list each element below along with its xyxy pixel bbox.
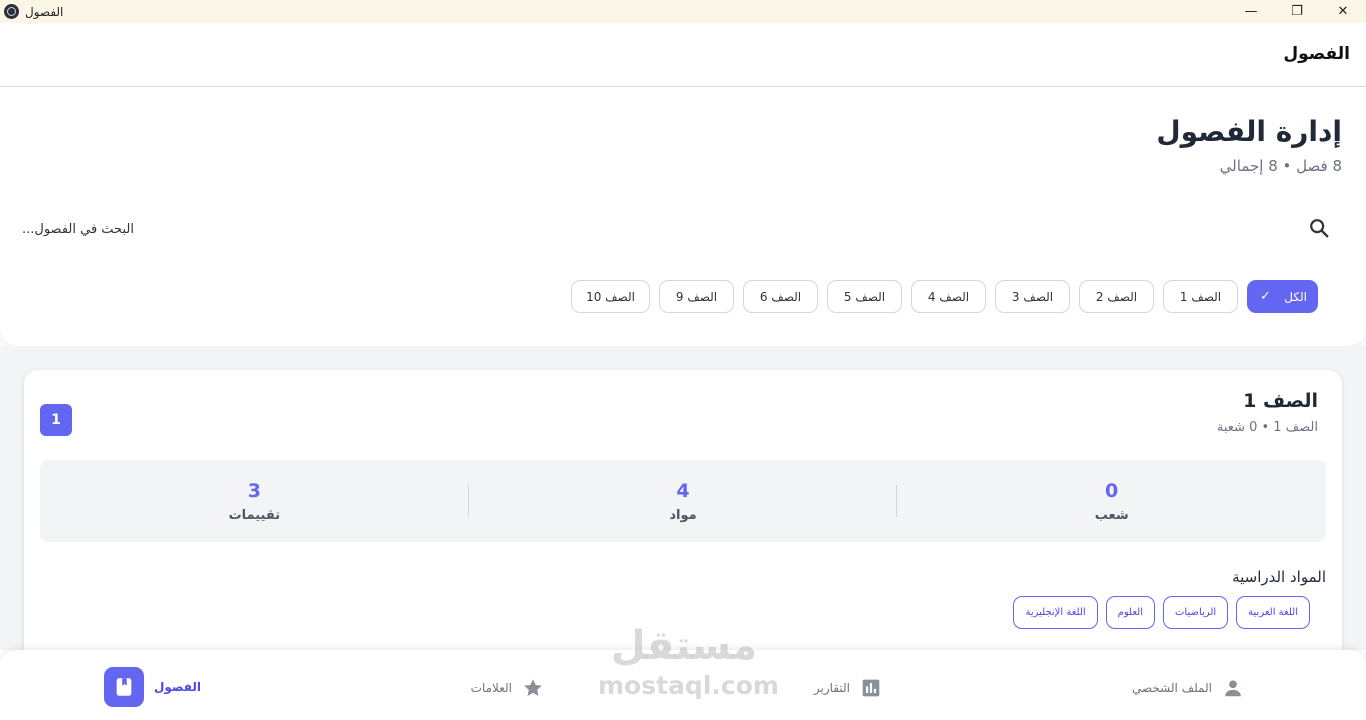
minimize-button[interactable]: — [1228,0,1274,23]
subject-chip-english[interactable]: اللغة الإنجليزية [1013,596,1098,629]
subjects-heading: المواد الدراسية [1232,568,1326,586]
filter-chip-grade-2[interactable]: الصف 2 [1079,280,1154,313]
filter-chip-all-label: الكل [1284,289,1307,304]
filter-chip-grade-6[interactable]: الصف 6 [743,280,818,313]
bar-chart-icon [860,677,882,699]
nav-item-profile[interactable]: الملف الشخصي [1132,668,1244,708]
grade-card[interactable]: الصف 1 الصف 1 • 0 شعبة 1 0 شعب 4 مواد 3 … [24,370,1342,670]
filter-chip-label: الصف 4 [927,289,970,304]
nav-item-label: الفصول [153,680,201,694]
bottom-navigation: الملف الشخصي التقارير العلامات الفصول [0,650,1366,720]
stat-value: 3 [247,479,261,502]
stat-label: شعب [1094,507,1129,523]
nav-item-reports[interactable]: التقارير [814,668,882,708]
stat-value: 0 [1105,479,1119,502]
filter-chip-label: الصف 9 [675,289,718,304]
window-controls: — ❐ ✕ [1228,0,1366,23]
filter-chip-grade-5[interactable]: الصف 5 [827,280,902,313]
filter-chip-grade-10[interactable]: الصف 10 [571,280,650,313]
stat-assessments: 3 تقييمات [40,460,469,542]
filter-chip-label: الصف 2 [1095,289,1138,304]
nav-item-label: الملف الشخصي [1132,681,1212,695]
filter-chip-all[interactable]: الكل ✓ [1247,280,1318,313]
grade-filter-chips: الكل ✓ الصف 1 الصف 2 الصف 3 الصف 4 الصف … [571,280,1318,313]
subject-chip-math[interactable]: الرياضيات [1163,596,1229,629]
app-bar: الفصول [0,23,1366,87]
check-icon: ✓ [1260,289,1271,304]
filter-chip-label: الصف 1 [1179,289,1222,304]
filter-chip-grade-4[interactable]: الصف 4 [911,280,986,313]
header-card: إدارة الفصول 8 فصل • 8 إجمالي الكل ✓ الص… [0,87,1366,346]
search-icon[interactable] [1308,217,1330,239]
stat-subjects: 4 مواد [469,460,898,542]
page-subtitle: 8 فصل • 8 إجمالي [1219,157,1342,175]
nav-item-label: العلامات [470,681,512,695]
window-title: الفصول [25,4,64,19]
nav-item-classes[interactable]: الفصول [103,667,201,707]
person-icon [1222,677,1244,699]
subject-chip-arabic[interactable]: اللغة العربية [1236,596,1310,629]
subject-chips: اللغة العربية الرياضيات العلوم اللغة الإ… [1013,596,1310,629]
filter-chip-label: الصف 5 [843,289,886,304]
filter-chip-label: الصف 3 [1011,289,1054,304]
search-input[interactable] [22,213,1282,245]
stat-value: 4 [676,479,690,502]
filter-chip-label: الصف 10 [586,289,635,304]
filter-chip-label: الصف 6 [759,289,802,304]
restore-button[interactable]: ❐ [1274,0,1320,23]
close-button[interactable]: ✕ [1320,0,1366,23]
app-bar-title: الفصول [1283,44,1350,64]
filter-chip-grade-9[interactable]: الصف 9 [659,280,734,313]
grade-number-badge: 1 [40,404,72,436]
book-icon [103,667,144,707]
grade-stats: 0 شعب 4 مواد 3 تقييمات [40,460,1326,542]
app-logo-icon [4,4,19,19]
stat-label: تقييمات [228,507,281,523]
stat-label: مواد [669,507,697,523]
stat-sections: 0 شعب [897,460,1326,542]
window-titlebar: الفصول — ❐ ✕ [0,0,1366,23]
grade-card-title: الصف 1 [1243,390,1318,412]
filter-chip-grade-1[interactable]: الصف 1 [1163,280,1238,313]
filter-chip-grade-3[interactable]: الصف 3 [995,280,1070,313]
subject-chip-science[interactable]: العلوم [1105,596,1155,629]
nav-item-grades[interactable]: العلامات [471,668,544,708]
page-title: إدارة الفصول [1156,115,1342,148]
grade-card-subtitle: الصف 1 • 0 شعبة [1216,420,1318,435]
content-area: الصف 1 الصف 1 • 0 شعبة 1 0 شعب 4 مواد 3 … [0,346,1366,670]
nav-item-label: التقارير [813,681,850,695]
search-bar [0,209,1366,249]
star-icon [522,677,544,699]
